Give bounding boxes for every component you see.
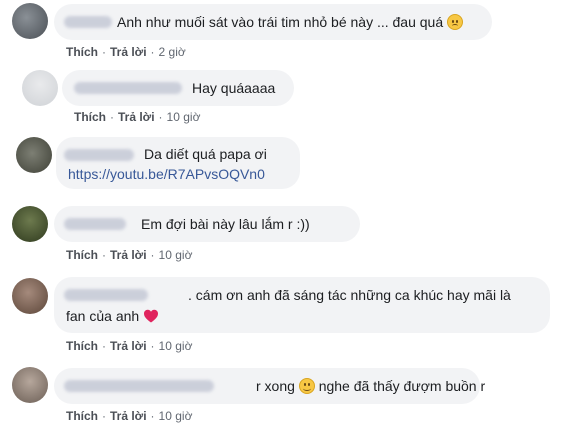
comment-bubble: Anh như muối sát vào trái tim nhỏ bé này… xyxy=(54,4,492,40)
comment-actions: Thích · Trả lời · 10 giờ xyxy=(66,248,192,262)
timestamp[interactable]: 10 giờ xyxy=(159,248,193,262)
comment-text: fan của anh xyxy=(66,305,159,327)
comment-bubble: . cám ơn anh đã sáng tác những ca khúc h… xyxy=(54,277,550,333)
like-link[interactable]: Thích xyxy=(66,409,98,423)
reply-link[interactable]: Trả lời xyxy=(110,339,147,353)
author-name-blurred[interactable] xyxy=(74,82,182,94)
sad-face-emoji xyxy=(447,14,464,30)
red-heart-emoji xyxy=(144,309,159,323)
separator: · xyxy=(102,45,106,59)
avatar[interactable] xyxy=(12,206,48,242)
reply-link[interactable]: Trả lời xyxy=(118,110,155,124)
comment-bubble: Hay quáaaaa xyxy=(62,70,294,106)
comment-text: Em đợi bài này lâu lắm r :)) xyxy=(141,216,310,232)
comment-text: . cám ơn anh đã sáng tác những ca khúc h… xyxy=(188,287,511,303)
separator: · xyxy=(150,339,155,353)
comment-text: Da diết quá papa ơi xyxy=(144,146,267,162)
smiling-face-emoji xyxy=(298,378,315,394)
comment-actions: Thích · Trả lời · 10 giờ xyxy=(74,110,200,124)
separator: · xyxy=(150,409,155,423)
timestamp[interactable]: 10 giờ xyxy=(167,110,201,124)
comment-bubble: Em đợi bài này lâu lắm r :)) xyxy=(54,206,360,242)
separator: · xyxy=(102,339,106,353)
timestamp[interactable]: 10 giờ xyxy=(159,409,193,423)
comment-actions: Thích · Trả lời · 2 giờ xyxy=(66,45,186,59)
reply-link[interactable]: Trả lời xyxy=(110,45,147,59)
comment-bubble: Da diết quá papa ơi https://youtu.be/R7A… xyxy=(56,137,300,189)
comment-actions: Thích · Trả lời · 10 giờ xyxy=(66,339,192,353)
avatar[interactable] xyxy=(12,367,48,403)
timestamp[interactable]: 10 giờ xyxy=(159,339,193,353)
author-name-blurred[interactable] xyxy=(64,380,214,392)
author-name-blurred[interactable] xyxy=(64,149,134,161)
author-name-blurred[interactable] xyxy=(64,289,148,301)
avatar[interactable] xyxy=(12,3,48,39)
comment-actions: Thích · Trả lời · 10 giờ xyxy=(66,409,192,423)
avatar[interactable] xyxy=(22,70,58,106)
comment-text: Hay quáaaaa xyxy=(192,80,276,96)
youtube-link[interactable]: https://youtu.be/R7APvsOQVn0 xyxy=(68,163,265,185)
like-link[interactable]: Thích xyxy=(66,248,98,262)
separator: · xyxy=(110,110,114,124)
comment-bubble: r xong nghe đã thấy đượm buồn r xyxy=(54,368,485,404)
author-name-blurred[interactable] xyxy=(64,16,112,28)
comment-text: Anh như muối sát vào trái tim nhỏ bé này… xyxy=(117,11,464,33)
avatar[interactable] xyxy=(12,278,48,314)
like-link[interactable]: Thích xyxy=(66,339,98,353)
author-name-blurred[interactable] xyxy=(64,218,126,230)
avatar[interactable] xyxy=(16,137,52,173)
like-link[interactable]: Thích xyxy=(66,45,98,59)
separator: · xyxy=(102,248,106,262)
timestamp[interactable]: 2 giờ xyxy=(159,45,186,59)
comment-text: r xong nghe đã thấy đượm buồn r xyxy=(256,378,486,394)
reply-link[interactable]: Trả lời xyxy=(110,248,147,262)
like-link[interactable]: Thích xyxy=(74,110,106,124)
separator: · xyxy=(150,248,155,262)
separator: · xyxy=(150,45,155,59)
separator: · xyxy=(102,409,106,423)
separator: · xyxy=(158,110,163,124)
reply-link[interactable]: Trả lời xyxy=(110,409,147,423)
